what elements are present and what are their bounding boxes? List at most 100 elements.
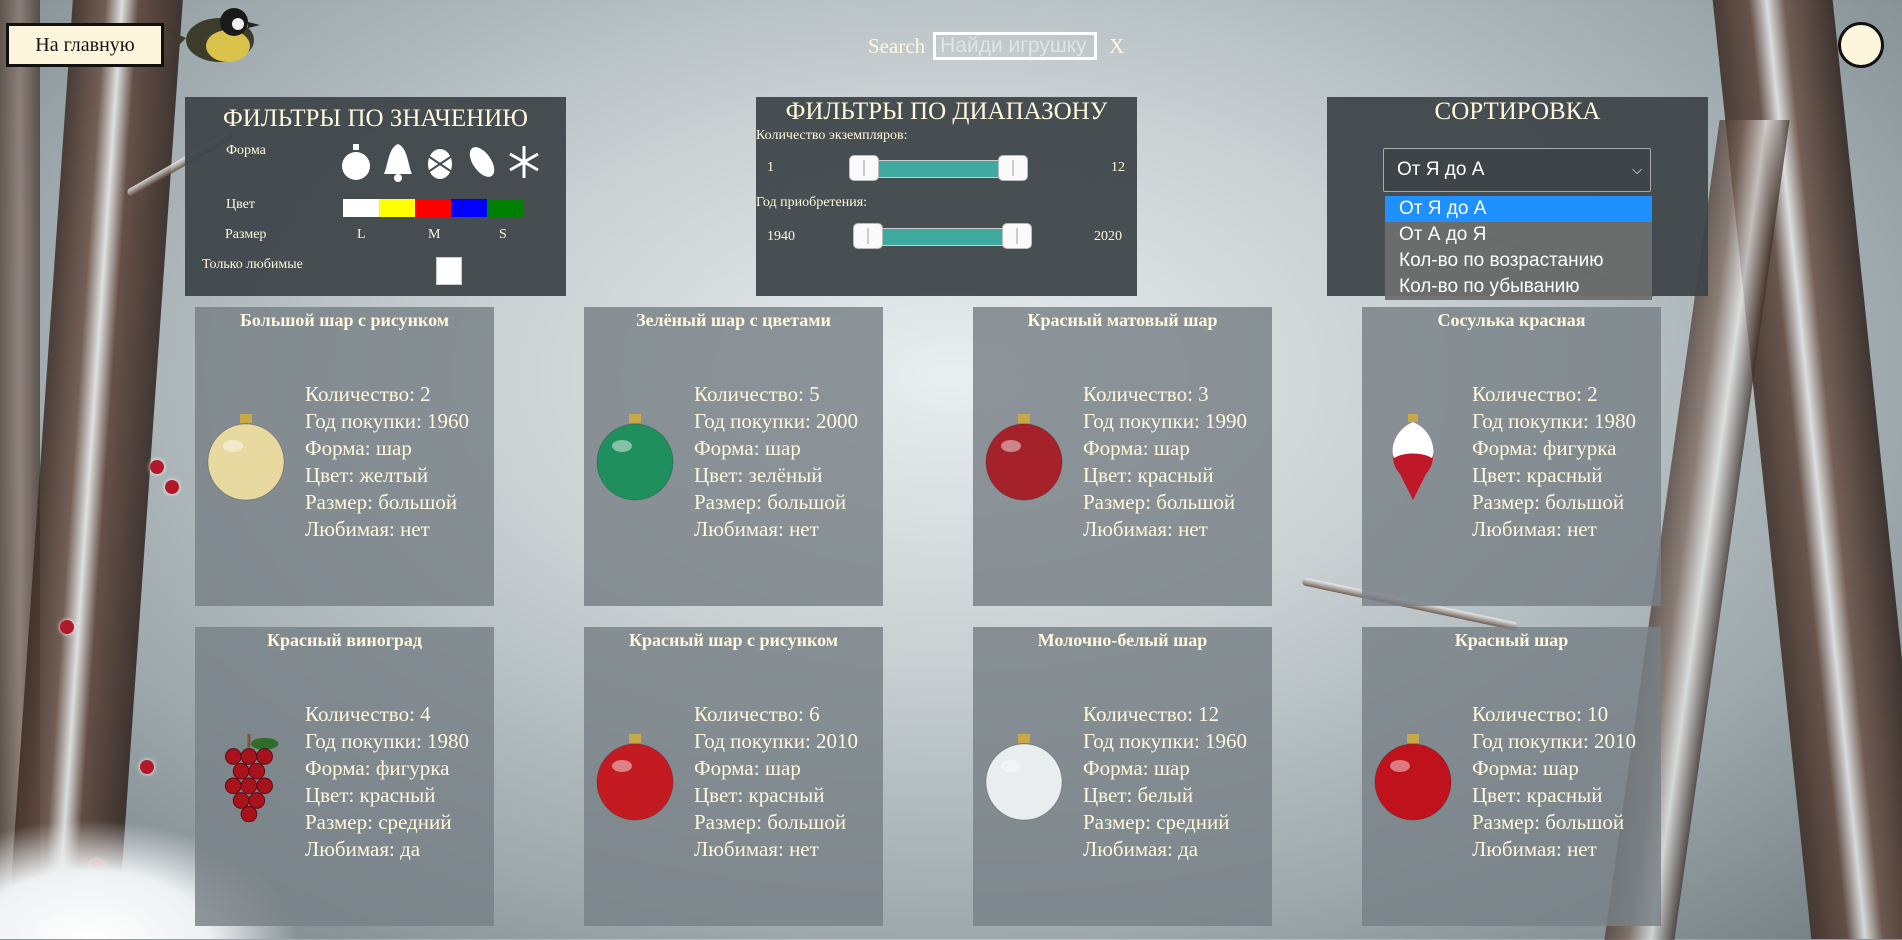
search-input[interactable] (933, 32, 1098, 60)
berry-decoration (140, 760, 154, 774)
berry-decoration (165, 480, 179, 494)
sort-select[interactable]: От Я до А ⌵ (1383, 148, 1651, 192)
toy-favorite: Любимая: нет (1083, 517, 1208, 541)
search-label: Search (868, 33, 926, 58)
toy-card[interactable]: Молочно-белый шар Количество: 12 Год поку… (973, 627, 1272, 926)
toy-year: Год покупки: 1990 (1083, 409, 1248, 433)
toy-year: Год покупки: 1960 (305, 409, 470, 433)
ball-icon (985, 734, 1063, 821)
home-button[interactable]: На главную (6, 23, 164, 67)
toy-count: Количество: 12 (1083, 702, 1220, 726)
year-range-max-thumb[interactable] (1002, 223, 1032, 249)
toy-shape: Форма: шар (694, 756, 801, 780)
toy-info: Количество: 5 Год покупки: 2000 Форма: шар… (694, 381, 858, 543)
toy-favorite: Любимая: нет (694, 517, 819, 541)
sort-option[interactable]: Кол-во по возрастанию (1385, 248, 1652, 274)
toy-card[interactable]: Зелёный шар с цветами Количество: 5 Год п… (584, 307, 883, 606)
count-range-label: Количество экземпляров: (756, 128, 908, 143)
toy-title: Молочно-белый шар (1037, 630, 1208, 650)
count-range-min-thumb[interactable] (849, 155, 879, 181)
count-range-track[interactable] (856, 160, 1018, 178)
toy-count: Количество: 3 (1083, 382, 1209, 406)
chevron-down-icon: ⌵ (1632, 162, 1642, 177)
sort-option[interactable]: Кол-во по убыванию (1385, 274, 1652, 300)
toy-title: Большой шар с рисунком (239, 310, 450, 330)
toy-info: Количество: 3 Год покупки: 1990 Форма: шар… (1083, 381, 1247, 543)
color-blue-swatch[interactable] (451, 199, 487, 217)
toy-favorite: Любимая: нет (1472, 837, 1597, 861)
berry-decoration (150, 460, 164, 474)
color-label: Цвет (226, 197, 255, 212)
size-filter: L M S (357, 227, 570, 243)
toy-card[interactable]: Красный шар Количество: 10 Год покупки: 2… (1362, 627, 1661, 926)
count-range-max-thumb[interactable] (998, 155, 1028, 181)
color-green-swatch[interactable] (487, 199, 523, 217)
size-s-option[interactable]: S (499, 227, 570, 243)
toy-year: Год покупки: 2000 (694, 409, 859, 433)
color-red-swatch[interactable] (415, 199, 451, 217)
ball-icon[interactable] (338, 142, 374, 182)
snowflake-icon[interactable] (506, 142, 542, 182)
pine-cone-icon[interactable] (422, 142, 458, 182)
toy-count: Количество: 10 (1472, 702, 1609, 726)
toy-favorite: Любимая: да (1083, 837, 1199, 861)
toy-info: Количество: 2 Год покупки: 1980 Форма: фиг… (1472, 381, 1636, 543)
count-range-min: 1 (767, 160, 774, 175)
grapes-icon (224, 733, 279, 822)
toy-shape: Форма: шар (1083, 436, 1190, 460)
ball-icon (1374, 734, 1452, 821)
ball-icon (985, 414, 1063, 501)
toy-size: Размер: средний (1083, 810, 1230, 834)
year-range-min-thumb[interactable] (853, 223, 883, 249)
shape-filter (338, 142, 542, 182)
sort-dropdown-list: От Я до А От А до Я Кол-во по возрастани… (1385, 196, 1652, 300)
toy-year: Год покупки: 2010 (694, 729, 859, 753)
toy-color: Цвет: белый (1083, 783, 1194, 807)
bell-icon[interactable] (380, 142, 416, 182)
toy-card[interactable]: Большой шар с рисунком Количество: 2 Год … (195, 307, 494, 606)
toy-count: Количество: 5 (694, 382, 820, 406)
toy-size: Размер: большой (1472, 810, 1625, 834)
year-range-max: 2020 (1094, 229, 1122, 244)
sort-option[interactable]: От Я до А (1385, 196, 1652, 222)
toy-color: Цвет: зелёный (694, 463, 823, 487)
toy-color: Цвет: красный (1083, 463, 1214, 487)
toy-info: Количество: 2 Год покупки: 1960 Форма: шар… (305, 381, 469, 543)
toy-card[interactable]: Красный матовый шар Количество: 3 Год пок… (973, 307, 1272, 606)
search-clear-button[interactable]: X (1109, 34, 1124, 59)
toy-shape: Форма: шар (1083, 756, 1190, 780)
toy-card[interactable]: Сосулька красная Количество: 2 Год покупк… (1362, 307, 1661, 606)
count-range-max: 12 (1111, 160, 1125, 175)
toy-size: Размер: большой (694, 810, 847, 834)
toy-card[interactable]: Красный шар с рисунком Количество: 6 Год … (584, 627, 883, 926)
toy-favorite: Любимая: нет (694, 837, 819, 861)
toy-year: Год покупки: 2010 (1472, 729, 1637, 753)
ball-icon (207, 414, 285, 501)
favorite-only-label: Только любимые (202, 257, 303, 272)
toy-card[interactable]: Красный виноград Количество: 4 Год покупк… (195, 627, 494, 926)
toy-title: Красный шар с рисунком (628, 630, 839, 650)
toy-size: Размер: большой (1083, 490, 1236, 514)
toy-title: Красный шар (1454, 630, 1569, 650)
year-range-min: 1940 (767, 229, 795, 244)
berry-decoration (60, 620, 74, 634)
color-white-swatch[interactable] (343, 199, 379, 217)
sort-selected-value: От Я до А (1397, 159, 1485, 180)
favorites-counter-button[interactable] (1838, 22, 1884, 68)
color-yellow-swatch[interactable] (379, 199, 415, 217)
favorite-only-checkbox[interactable] (436, 257, 462, 285)
sort-option[interactable]: От А до Я (1385, 222, 1652, 248)
shape-label: Форма (226, 143, 266, 158)
toy-title: Красный матовый шар (1027, 310, 1218, 330)
toy-info: Количество: 10 Год покупки: 2010 Форма: ша… (1472, 701, 1636, 863)
size-l-option[interactable]: L (357, 227, 428, 243)
icicle-icon (1392, 414, 1434, 500)
toy-title: Красный виноград (266, 630, 423, 650)
range-filters-panel: ФИЛЬТРЫ ПО ДИАПАЗОНУ Количество экземпля… (756, 97, 1137, 296)
toy-info: Количество: 6 Год покупки: 2010 Форма: шар… (694, 701, 858, 863)
toy-title: Зелёный шар с цветами (636, 310, 831, 330)
size-m-option[interactable]: M (428, 227, 499, 243)
toy-shape: Форма: шар (694, 436, 801, 460)
pine-cone-icon[interactable] (464, 142, 500, 182)
toy-color: Цвет: красный (305, 783, 436, 807)
